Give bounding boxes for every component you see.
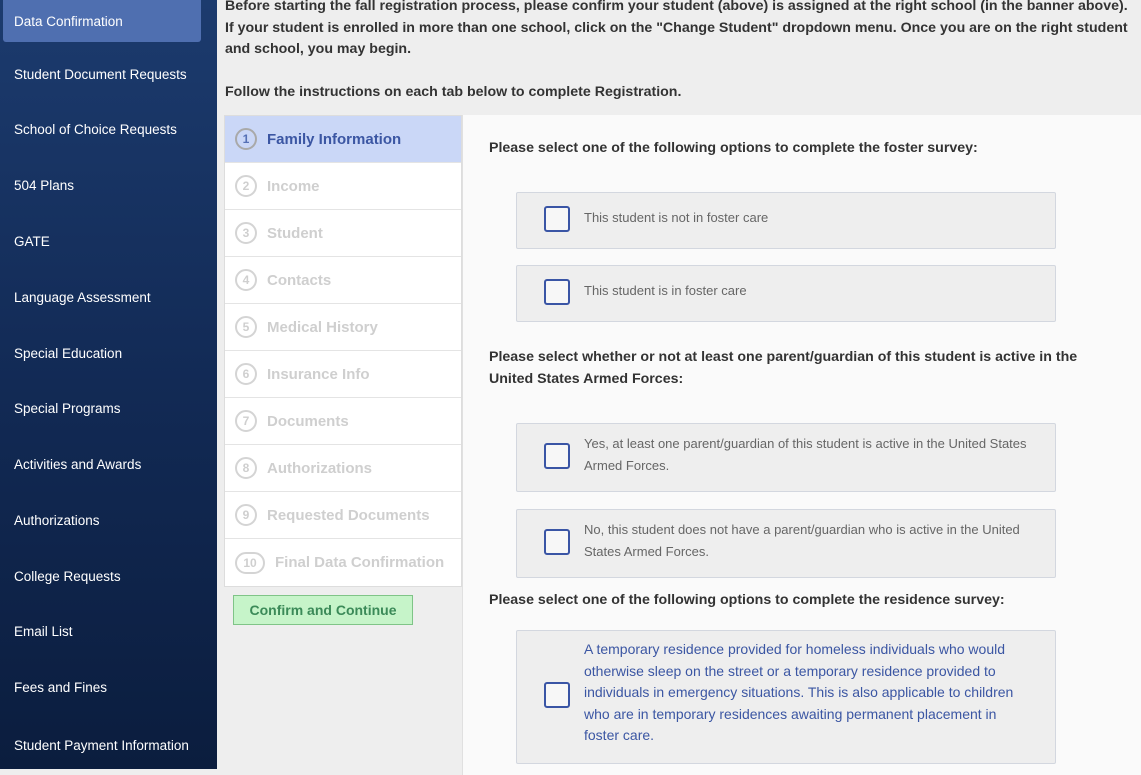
main-content: Before starting the fall registration pr… [217,0,1141,775]
military-option-yes[interactable]: Yes, at least one parent/guardian of thi… [516,423,1056,492]
step-label: Student [267,224,323,242]
checkbox[interactable] [544,529,570,555]
step-label: Medical History [267,318,378,336]
registration-intro: Before starting the fall registration pr… [225,0,1130,103]
sidebar-nav: Data Confirmation Student Document Reque… [0,0,217,769]
sidebar-item-student-document-requests[interactable]: Student Document Requests [0,52,217,96]
sidebar-item-label: Special Education [14,345,123,361]
sidebar-item-label: Fees and Fines [14,679,108,695]
step-number: 4 [235,269,257,291]
sidebar-item-data-confirmation[interactable]: Data Confirmation [3,0,201,42]
step-number: 6 [235,363,257,385]
sidebar-item-label: School of Choice Requests [14,121,177,137]
tab-income[interactable]: 2 Income [225,163,461,210]
sidebar-item-special-programs[interactable]: Special Programs [0,386,217,430]
tab-family-information[interactable]: 1 Family Information [225,116,461,163]
sidebar-item-college-requests[interactable]: College Requests [0,554,217,598]
step-number: 5 [235,316,257,338]
sidebar-item-student-payment-information[interactable]: Student Payment Information [0,721,217,769]
tab-medical-history[interactable]: 5 Medical History [225,304,461,351]
option-label: This student is not in foster care [584,210,769,225]
step-label: Final Data Confirmation [275,554,445,571]
registration-steps: 1 Family Information 2 Income 3 Student … [224,115,462,587]
confirm-and-continue-button[interactable]: Confirm and Continue [233,595,413,625]
step-label: Income [267,177,320,195]
tab-authorizations[interactable]: 8 Authorizations [225,445,461,492]
tab-insurance-info[interactable]: 6 Insurance Info [225,351,461,398]
step-number: 9 [235,504,257,526]
military-survey-prompt: Please select whether or not at least on… [489,349,1078,387]
sidebar-item-school-of-choice-requests[interactable]: School of Choice Requests [0,107,217,151]
step-label: Insurance Info [267,365,370,383]
sidebar-item-activities-and-awards[interactable]: Activities and Awards [0,442,217,486]
military-option-no[interactable]: No, this student does not have a parent/… [516,509,1056,578]
tab-contacts[interactable]: 4 Contacts [225,257,461,304]
sidebar-item-label: Student Payment Information [14,738,189,753]
step-label: Family Information [267,130,402,148]
option-label: No, this student does not have a parent/… [584,522,1020,559]
step-label: Documents [267,412,349,430]
sidebar-item-label: GATE [14,233,50,249]
residence-survey-prompt: Please select one of the following optio… [489,592,1005,608]
sidebar-item-label: Student Document Requests [14,66,187,82]
tab-documents[interactable]: 7 Documents [225,398,461,445]
sidebar-item-authorizations[interactable]: Authorizations [0,498,217,542]
step-label: Requested Documents [267,506,430,524]
option-label: This student is in foster care [584,283,747,298]
intro-instructions: Before starting the fall registration pr… [225,0,1128,57]
foster-option-in-care[interactable]: This student is in foster care [516,265,1056,322]
step-number: 7 [235,410,257,432]
step-number: 3 [235,222,257,244]
step-label: Contacts [267,271,332,289]
sidebar-item-email-list[interactable]: Email List [0,609,217,653]
step-number: 10 [235,551,265,574]
sidebar-item-label: 504 Plans [14,177,75,193]
sidebar-item-label: Data Confirmation [14,13,123,29]
sidebar-item-gate[interactable]: GATE [0,219,217,263]
intro-follow-instructions: Follow the instructions on each tab belo… [225,83,682,100]
tab-requested-documents[interactable]: 9 Requested Documents [225,492,461,539]
sidebar-item-special-education[interactable]: Special Education [0,331,217,375]
sidebar-item-label: College Requests [14,568,121,584]
checkbox[interactable] [544,682,570,708]
sidebar-item-504-plans[interactable]: 504 Plans [0,163,217,207]
sidebar-item-language-assessment[interactable]: Language Assessment [0,275,217,319]
foster-option-not-in-care[interactable]: This student is not in foster care [516,192,1056,249]
checkbox[interactable] [544,206,570,232]
step-number: 8 [235,457,257,479]
foster-survey-prompt: Please select one of the following optio… [489,140,978,156]
checkbox[interactable] [544,279,570,305]
sidebar-item-label: Language Assessment [14,289,151,305]
option-label: A temporary residence provided for homel… [584,641,1014,743]
sidebar-item-label: Authorizations [14,512,100,528]
sidebar-item-label: Special Programs [14,400,121,416]
family-information-panel: Please select one of the following optio… [462,115,1141,775]
residence-option-temporary-shelter[interactable]: A temporary residence provided for homel… [516,630,1056,764]
sidebar-item-label: Activities and Awards [14,456,142,472]
checkbox[interactable] [544,443,570,469]
sidebar-item-fees-and-fines[interactable]: Fees and Fines [0,665,217,709]
tab-student[interactable]: 3 Student [225,210,461,257]
step-number: 1 [235,128,257,150]
tab-final-data-confirmation[interactable]: 10 Final Data Confirmation [225,539,461,586]
step-label: Authorizations [267,459,372,477]
sidebar-item-label: Email List [14,623,73,639]
step-number: 2 [235,175,257,197]
option-label: Yes, at least one parent/guardian of thi… [584,436,1027,473]
